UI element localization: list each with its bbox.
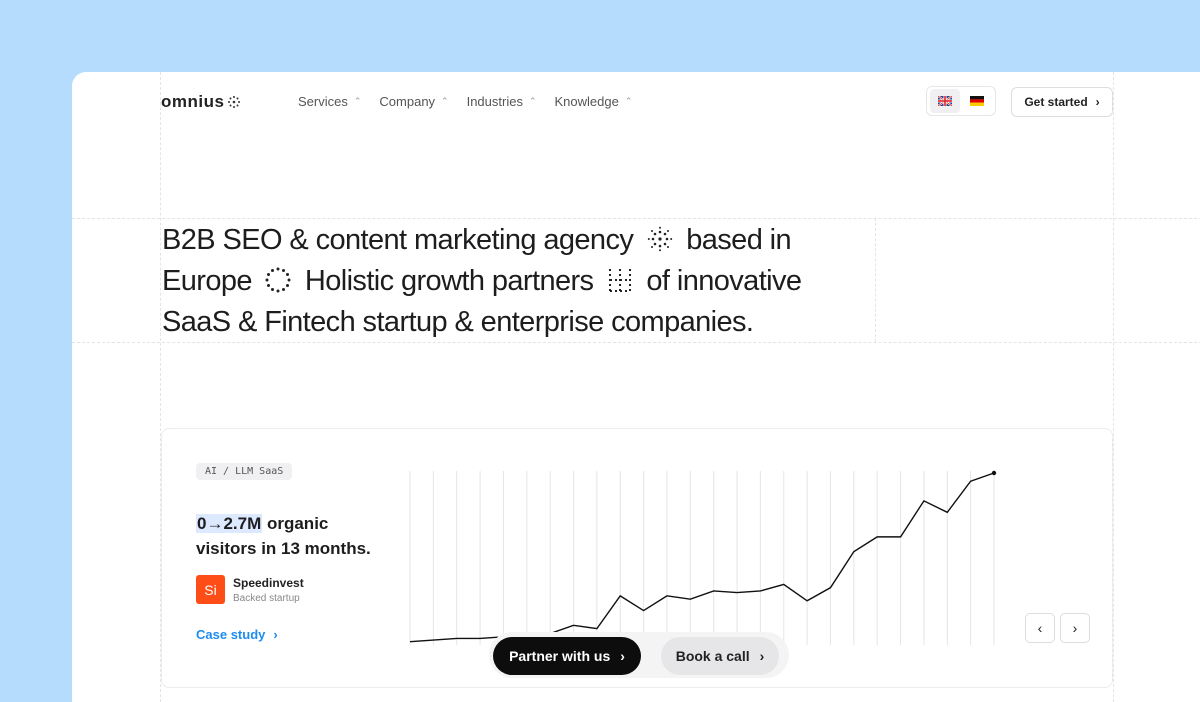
dot-burst-icon (647, 226, 673, 252)
brand-logo-text: omnius (161, 92, 224, 112)
case-study-link[interactable]: Case study › (196, 627, 278, 642)
nav-item-label: Knowledge (555, 94, 619, 109)
chevron-right-icon: › (760, 648, 765, 664)
brand-logo[interactable]: omnius (161, 92, 241, 112)
hero-text: Holistic growth partners (305, 265, 594, 297)
hero-text: based in (686, 224, 791, 256)
case-study-label: Case study (196, 627, 265, 642)
hero-text: B2B SEO & content marketing agency (162, 224, 633, 256)
get-started-button[interactable]: Get started › (1011, 87, 1113, 117)
stat-text: visitors in 13 months. (196, 539, 371, 558)
hero-text: Europe (162, 265, 252, 297)
browser-viewport: omnius Services ⌃ Company ⌃ Industries ⌃… (72, 72, 1200, 702)
chart-series-line (410, 473, 994, 642)
chart-point (992, 471, 996, 475)
stat-text: organic (262, 514, 328, 533)
language-de-button[interactable] (962, 89, 992, 113)
main-nav: Services ⌃ Company ⌃ Industries ⌃ Knowle… (298, 94, 632, 109)
category-tag: AI / LLM SaaS (196, 463, 292, 480)
nav-item-label: Services (298, 94, 348, 109)
partner-label: Partner with us (509, 648, 610, 664)
chevron-right-icon: › (620, 648, 625, 664)
chevron-right-icon: › (1073, 620, 1078, 636)
company-name: Speedinvest (233, 576, 304, 590)
language-en-button[interactable] (930, 89, 960, 113)
chevron-right-icon: › (273, 627, 277, 642)
book-label: Book a call (676, 648, 750, 664)
book-a-call-button[interactable]: Book a call › (661, 637, 779, 675)
chevron-updown-icon: ⌃ (529, 97, 537, 106)
nav-item-company[interactable]: Company ⌃ (379, 94, 448, 109)
get-started-label: Get started (1024, 95, 1087, 109)
hero-text: of innovative (646, 265, 801, 297)
carousel-next-button[interactable]: › (1060, 613, 1090, 643)
company-logo: Si (196, 575, 225, 604)
chevron-updown-icon: ⌃ (625, 97, 633, 106)
hero-headline: B2B SEO & content marketing agency based… (162, 220, 882, 343)
chevron-right-icon: › (1096, 95, 1100, 109)
chevron-updown-icon: ⌃ (354, 97, 362, 106)
language-switcher (926, 86, 996, 116)
hero-text: SaaS & Fintech startup & enterprise comp… (162, 306, 753, 338)
brand-dots-icon (227, 95, 241, 109)
uk-flag-icon (938, 96, 952, 106)
partner-with-us-button[interactable]: Partner with us › (493, 637, 641, 675)
dotted-grid-icon (607, 267, 633, 293)
stat-highlight: 0→2.7M (196, 514, 262, 533)
guide-line (1113, 72, 1114, 702)
germany-flag-icon (970, 96, 984, 106)
carousel-prev-button[interactable]: ‹ (1025, 613, 1055, 643)
nav-item-knowledge[interactable]: Knowledge ⌃ (555, 94, 633, 109)
dotted-circle-icon (265, 267, 291, 293)
growth-chart (408, 467, 998, 647)
nav-item-label: Company (379, 94, 435, 109)
nav-item-industries[interactable]: Industries ⌃ (467, 94, 537, 109)
company-subtitle: Backed startup (233, 593, 304, 604)
case-stat: 0→2.7M organic visitors in 13 months. (196, 511, 371, 561)
guide-line (72, 218, 1200, 219)
nav-item-services[interactable]: Services ⌃ (298, 94, 361, 109)
chevron-left-icon: ‹ (1038, 620, 1043, 636)
chevron-updown-icon: ⌃ (441, 97, 449, 106)
company-info: Si Speedinvest Backed startup (196, 575, 304, 604)
nav-item-label: Industries (467, 94, 523, 109)
